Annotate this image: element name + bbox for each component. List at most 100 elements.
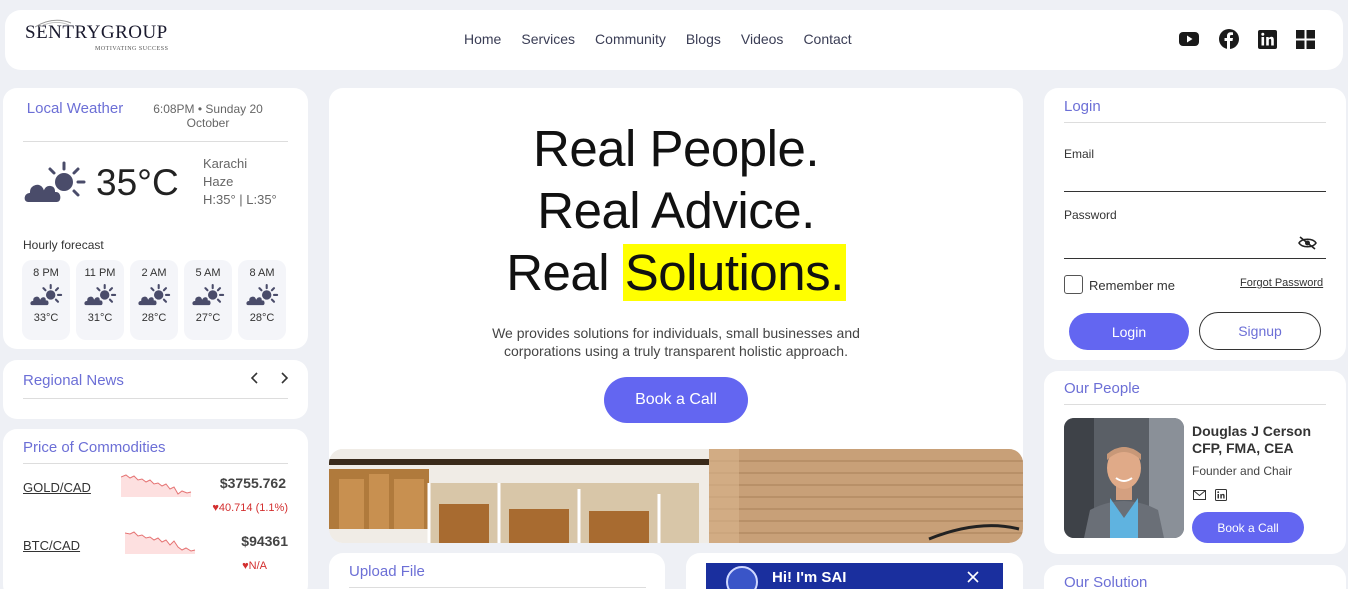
sparkline-gold bbox=[121, 474, 192, 497]
logo-tagline: MOTIVATING SUCCESS bbox=[95, 46, 169, 52]
hero-line-1: Real People. bbox=[532, 120, 820, 177]
commodities-title: Price of Commodities bbox=[23, 439, 166, 456]
mail-icon[interactable] bbox=[1193, 490, 1206, 500]
commodity-name[interactable]: BTC/CAD bbox=[23, 538, 80, 553]
login-title: Login bbox=[1064, 98, 1101, 115]
main-nav: Home Services Community Blogs Videos Con… bbox=[464, 31, 872, 47]
commodities-widget: Price of Commodities GOLD/CAD $3755.762 … bbox=[3, 429, 308, 589]
our-solution-title: Our Solution bbox=[1064, 574, 1148, 589]
facebook-icon[interactable] bbox=[1219, 29, 1239, 49]
our-people-widget: Our People Douglas J Cerson CFP, FMA, CE… bbox=[1044, 371, 1346, 554]
weather-hilo: H:35° | L:35° bbox=[203, 192, 277, 207]
cloud-sun-icon bbox=[28, 284, 63, 307]
nav-videos[interactable]: Videos bbox=[741, 31, 784, 47]
email-field[interactable] bbox=[1064, 166, 1326, 190]
divider bbox=[349, 587, 646, 588]
weather-datetime: 6:08PM • Sunday 20 October bbox=[153, 102, 263, 130]
hour-card: 5 AM 27°C bbox=[184, 260, 232, 340]
weather-city: Karachi bbox=[203, 156, 248, 171]
person-name-block: Douglas J Cerson CFP, FMA, CEA bbox=[1192, 423, 1311, 457]
commodity-price: $3755.762 bbox=[219, 475, 286, 491]
commodity-name[interactable]: GOLD/CAD bbox=[23, 480, 91, 495]
password-field[interactable] bbox=[1064, 228, 1294, 252]
close-icon[interactable] bbox=[967, 571, 979, 583]
chat-widget: Hi! I'm SAI bbox=[686, 553, 1023, 589]
book-call-button[interactable]: Book a Call bbox=[604, 377, 748, 423]
hour-time: 11 PM bbox=[84, 267, 116, 279]
cloud-sun-icon bbox=[190, 284, 225, 307]
grid-icon[interactable] bbox=[1296, 29, 1315, 49]
hour-time: 2 AM bbox=[141, 267, 167, 279]
upload-file-widget: Upload File bbox=[329, 553, 665, 589]
hero-subtext: We provides solutions for individuals, s… bbox=[492, 325, 860, 359]
nav-blogs[interactable]: Blogs bbox=[686, 31, 721, 47]
cloud-sun-icon bbox=[244, 284, 279, 307]
hourly-forecast: 8 PM 33°C 11 PM 31°C 2 AM 28°C 5 AM 27°C 8 A… bbox=[22, 260, 286, 340]
divider bbox=[1064, 122, 1326, 123]
hour-card: 8 PM 33°C bbox=[22, 260, 70, 340]
divider bbox=[23, 398, 288, 399]
weather-title: Local Weather bbox=[26, 100, 124, 117]
eye-off-icon[interactable] bbox=[1298, 236, 1317, 250]
signup-button[interactable]: Signup bbox=[1199, 312, 1321, 350]
hero-headline: Real People. Real Advice. Real Solutions… bbox=[329, 118, 1023, 304]
person-name: Douglas J Cerson bbox=[1192, 423, 1312, 439]
regional-news-widget: Regional News bbox=[3, 360, 308, 419]
login-widget: Login Email Password Remember me Forgot … bbox=[1044, 88, 1346, 360]
forgot-password-link[interactable]: Forgot Password bbox=[1240, 277, 1323, 289]
person-book-call-button[interactable]: Book a Call bbox=[1192, 512, 1304, 543]
divider bbox=[1064, 404, 1326, 405]
weather-widget: Local Weather 6:08PM • Sunday 20 October… bbox=[3, 88, 308, 349]
hour-temp: 31°C bbox=[87, 312, 113, 324]
email-underline bbox=[1064, 191, 1326, 192]
chat-header: Hi! I'm SAI bbox=[706, 563, 1003, 589]
password-label: Password bbox=[1064, 208, 1117, 222]
password-underline bbox=[1064, 258, 1326, 259]
hero-highlight: Solutions. bbox=[622, 244, 846, 301]
chevron-left-icon[interactable] bbox=[247, 370, 263, 386]
hour-temp: 28°C bbox=[249, 312, 275, 324]
divider bbox=[23, 463, 288, 464]
hour-time: 8 AM bbox=[249, 267, 275, 279]
commodity-change: ♥N/A bbox=[242, 560, 267, 572]
hour-card: 2 AM 28°C bbox=[130, 260, 178, 340]
weather-temperature: 35°C bbox=[96, 162, 179, 203]
nav-services[interactable]: Services bbox=[521, 31, 575, 47]
chat-title: Hi! I'm SAI bbox=[772, 569, 847, 586]
sentry-group-logo[interactable]: SENTRYGROUP MOTIVATING SUCCESS bbox=[25, 19, 168, 52]
cloud-sun-icon bbox=[136, 284, 171, 307]
login-button[interactable]: Login bbox=[1069, 313, 1189, 350]
weather-condition: Haze bbox=[203, 174, 234, 189]
commodity-price: $94361 bbox=[241, 533, 288, 549]
top-header: SENTRYGROUP MOTIVATING SUCCESS Home Serv… bbox=[5, 10, 1343, 70]
hero-line-3-prefix: Real bbox=[506, 244, 623, 301]
remember-me-checkbox[interactable] bbox=[1064, 275, 1083, 294]
commodity-change: ♥40.714 (1.1%) bbox=[212, 502, 288, 514]
regional-news-title: Regional News bbox=[23, 372, 124, 389]
linkedin-icon[interactable] bbox=[1258, 29, 1277, 49]
our-people-title: Our People bbox=[1064, 380, 1140, 397]
person-role: Founder and Chair bbox=[1192, 464, 1293, 478]
remember-me-label: Remember me bbox=[1089, 278, 1175, 293]
bot-avatar bbox=[726, 566, 758, 589]
chevron-right-icon[interactable] bbox=[276, 370, 292, 386]
our-solution-widget: Our Solution bbox=[1044, 565, 1346, 589]
hour-time: 5 AM bbox=[195, 267, 221, 279]
hourly-forecast-label: Hourly forecast bbox=[23, 238, 104, 252]
hero-section: Real People. Real Advice. Real Solutions… bbox=[329, 88, 1023, 543]
youtube-icon[interactable] bbox=[1178, 29, 1200, 49]
nav-community[interactable]: Community bbox=[595, 31, 666, 47]
person-credentials: CFP, FMA, CEA bbox=[1192, 440, 1294, 456]
email-label: Email bbox=[1064, 147, 1095, 161]
nav-contact[interactable]: Contact bbox=[803, 31, 851, 47]
hero-line-2: Real Advice. bbox=[537, 182, 815, 239]
hour-card: 11 PM 31°C bbox=[76, 260, 124, 340]
divider bbox=[23, 141, 288, 142]
nav-home[interactable]: Home bbox=[464, 31, 501, 47]
upload-file-title: Upload File bbox=[349, 563, 425, 580]
weather-details: Karachi Haze H:35° | L:35° bbox=[203, 155, 277, 209]
hero-line-3: Real Solutions. bbox=[329, 242, 1023, 304]
hour-card: 8 AM 28°C bbox=[238, 260, 286, 340]
hour-temp: 33°C bbox=[33, 312, 59, 324]
linkedin-icon[interactable] bbox=[1215, 489, 1227, 501]
